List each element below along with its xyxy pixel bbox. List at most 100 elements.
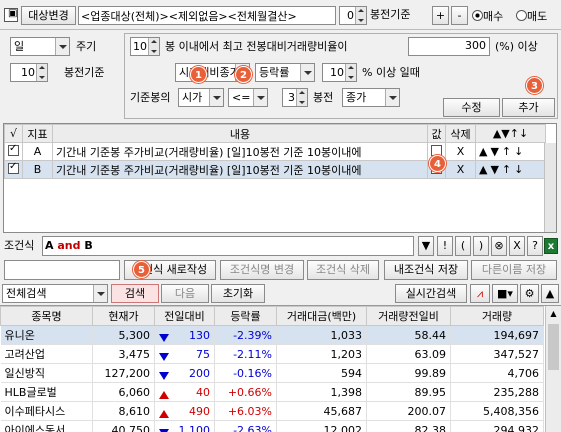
bong-stepper[interactable]: 0 bbox=[339, 6, 367, 25]
current-price: 8,610 bbox=[92, 401, 155, 421]
next-button[interactable]: 다음 bbox=[161, 284, 209, 303]
down-arrow-icon bbox=[159, 333, 169, 342]
delete-icon[interactable]: X bbox=[445, 160, 476, 179]
indicator-row[interactable]: B 기간내 기준봉 주가비교(거래량비율) [일]10봉전 기준 10봉이내에 … bbox=[4, 160, 546, 179]
collapse-up-icon[interactable]: ▲ bbox=[541, 284, 559, 303]
trade-amount: 1,033 bbox=[276, 325, 367, 345]
trade-amount-text: 1,203 bbox=[330, 347, 363, 361]
not-button[interactable]: ! bbox=[437, 236, 453, 256]
xor-button[interactable]: ⊗ bbox=[491, 236, 507, 256]
volume: 194,697 bbox=[450, 325, 544, 345]
plus-button[interactable]: + bbox=[432, 6, 449, 25]
stock-name: 아이에스동서 bbox=[0, 420, 93, 432]
indicator-row[interactable]: A 기간내 기준봉 주가비교(거래량비율) [일]10봉전 기준 10봉이내에 … bbox=[4, 142, 546, 161]
delete-icon[interactable]: X bbox=[445, 142, 476, 161]
add-button[interactable]: 추가 bbox=[502, 98, 555, 117]
excel-icon[interactable]: x bbox=[544, 238, 558, 254]
result-row[interactable]: 유니온 5,300 130 -2.39% 1,033 58.44 194,697 bbox=[0, 325, 544, 345]
period-select[interactable]: 일 bbox=[10, 37, 70, 56]
close-select[interactable]: 종가 bbox=[342, 88, 400, 107]
volume-text: 5,408,356 bbox=[483, 404, 539, 418]
result-row[interactable]: 이수페타시스 8,610 490 +6.03% 45,687 200.07 5,408,35… bbox=[0, 401, 544, 421]
stepper-arrows-icon[interactable] bbox=[345, 64, 356, 81]
row-checkbox[interactable] bbox=[8, 143, 19, 156]
field2-select[interactable]: 등락률 bbox=[255, 63, 315, 82]
result-row[interactable]: 고려산업 3,475 75 -2.11% 1,203 63.09 347,527 bbox=[0, 344, 544, 364]
formula-input[interactable]: A and B bbox=[42, 236, 414, 256]
volume: 235,288 bbox=[450, 382, 544, 402]
edit-button[interactable]: 수정 bbox=[443, 98, 500, 117]
result-row[interactable]: 아이에스동서 40,750 1,100 -2.63% 12,002 82.38 294,93… bbox=[0, 420, 544, 432]
down-arrow-icon bbox=[159, 371, 169, 380]
rename-condition-button[interactable]: 조건식명 변경 bbox=[220, 260, 304, 280]
current-price: 5,300 bbox=[92, 325, 155, 345]
result-scrollbar[interactable]: ▲ bbox=[545, 306, 561, 432]
volume-ratio: 99.89 bbox=[366, 363, 451, 383]
base-label: 봉전기준 bbox=[64, 66, 105, 79]
move-icons[interactable]: ▲▼↑↓ bbox=[475, 160, 546, 179]
search-scope-select[interactable]: 전체검색 bbox=[2, 284, 108, 303]
save-as-button[interactable]: 다른이름 저장 bbox=[471, 260, 557, 280]
grid-scrollbar[interactable] bbox=[544, 143, 556, 232]
menu-icon[interactable]: ■▾ bbox=[492, 284, 518, 303]
indicator-id: A bbox=[22, 142, 53, 161]
change-rate-text: +6.03% bbox=[227, 404, 272, 418]
stepper-arrows-icon[interactable] bbox=[296, 89, 307, 106]
trade-amount-text: 1,033 bbox=[330, 328, 363, 342]
trade-amount: 1,398 bbox=[276, 382, 367, 402]
delete-condition-button[interactable]: 조건식 삭제 bbox=[307, 260, 379, 280]
prev-change-text: 200 bbox=[189, 366, 210, 380]
gear-icon[interactable]: ⚙ bbox=[520, 284, 539, 303]
n-bong-stepper[interactable]: 10 bbox=[130, 37, 160, 56]
result-row[interactable]: HLB글로벌 6,060 40 +0.66% 1,398 89.95 235,288 bbox=[0, 382, 544, 402]
move-icons[interactable]: ▲▼↑↓ bbox=[475, 142, 546, 161]
value-checkbox[interactable] bbox=[431, 144, 442, 156]
condition-name-input[interactable] bbox=[4, 260, 120, 280]
result-row[interactable]: 일신방직 127,200 200 -0.16% 594 99.89 4,706 bbox=[0, 363, 544, 383]
realtime-search-button[interactable]: 실시간검색 bbox=[395, 284, 467, 303]
row-checkbox[interactable] bbox=[8, 161, 19, 174]
current-price: 3,475 bbox=[92, 344, 155, 364]
search-button[interactable]: 검색 bbox=[111, 284, 159, 303]
formula-label: 조건식 bbox=[4, 239, 35, 252]
scroll-up-icon[interactable]: ▲ bbox=[546, 306, 561, 322]
chart-icon[interactable]: ⩘ bbox=[470, 284, 490, 303]
down-arrow-icon bbox=[159, 428, 169, 432]
col-volume-header: 거래량 bbox=[450, 306, 544, 326]
collapse-icon[interactable]: ▣ bbox=[4, 8, 18, 22]
result-table: 종목명 현재가 전일대비 등락률 거래대금(백만) 거래량전일비 거래량 유니온… bbox=[0, 305, 561, 432]
stepper-arrows-icon[interactable] bbox=[355, 7, 366, 24]
indicator-content: 기간내 기준봉 주가비교(거래량비율) [일]10봉전 기준 10봉이내에 bbox=[52, 160, 428, 179]
close-paren-button[interactable]: ) bbox=[473, 236, 489, 256]
operator-select[interactable]: <= bbox=[228, 88, 268, 107]
ratio-input[interactable]: 300 bbox=[408, 37, 490, 56]
save-my-condition-button[interactable]: 내조건식 저장 bbox=[384, 260, 468, 280]
volume-ratio: 89.95 bbox=[366, 382, 451, 402]
change-rate-text: -2.11% bbox=[233, 347, 272, 361]
open-select[interactable]: 시가 bbox=[178, 88, 224, 107]
base-stepper[interactable]: 10 bbox=[10, 63, 48, 82]
buy-radio[interactable]: 매수 bbox=[472, 8, 516, 24]
pct-stepper[interactable]: 10 bbox=[322, 63, 357, 82]
trade-amount-text: 12,002 bbox=[323, 423, 363, 432]
open-paren-button[interactable]: ( bbox=[455, 236, 471, 256]
n-bong-value: 10 bbox=[133, 40, 147, 53]
scroll-thumb[interactable] bbox=[548, 324, 559, 370]
volume: 5,408,356 bbox=[450, 401, 544, 421]
current-price: 40,750 bbox=[92, 420, 155, 432]
target-change-button[interactable]: 대상변경 bbox=[21, 6, 76, 25]
prev-change-text: 75 bbox=[196, 347, 210, 361]
stepper-arrows-icon[interactable] bbox=[36, 64, 47, 81]
reset-button[interactable]: 초기화 bbox=[211, 284, 265, 303]
stepper-arrows-icon[interactable] bbox=[148, 38, 159, 55]
change-rate: +0.66% bbox=[214, 382, 277, 402]
col-value-header: 값 bbox=[427, 124, 446, 143]
col-rate-header: 등락률 bbox=[214, 306, 277, 326]
minus-button[interactable]: - bbox=[451, 6, 468, 25]
n2-stepper[interactable]: 3 bbox=[282, 88, 308, 107]
sell-radio[interactable]: 매도 bbox=[516, 8, 560, 24]
formula-dropdown-button[interactable]: ▼ bbox=[418, 236, 434, 256]
trade-amount-text: 594 bbox=[341, 366, 362, 380]
clear-formula-button[interactable]: X bbox=[509, 236, 525, 256]
help-button[interactable]: ? bbox=[527, 236, 543, 256]
